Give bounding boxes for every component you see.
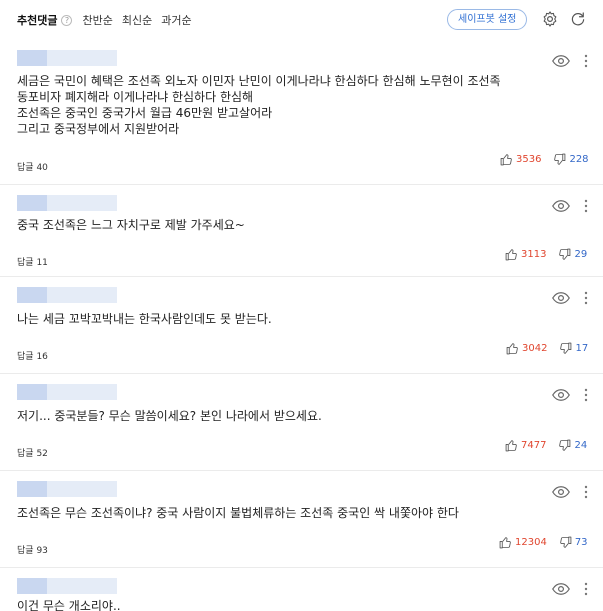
comment-toolbar: 추천댓글 ? 찬반순 최신순 과거순 세이프봇 설정 [0,0,603,40]
dislike-count[interactable]: 73 [575,537,588,548]
reply-button[interactable]: 답글 93 [17,543,48,556]
thumbs-up-icon[interactable] [505,248,518,261]
vote-bar: 3042 17 [506,342,588,355]
thumbs-down-icon[interactable] [558,439,571,452]
gear-icon[interactable] [541,10,559,28]
like-count[interactable]: 3113 [521,249,546,260]
more-vertical-icon[interactable] [584,291,588,305]
eye-icon[interactable] [552,54,570,68]
eye-icon[interactable] [552,199,570,213]
eye-icon[interactable] [552,388,570,402]
vote-bar: 3113 29 [505,248,587,261]
more-vertical-icon[interactable] [584,388,588,402]
vote-bar: 12304 73 [499,536,588,549]
thumbs-down-icon[interactable] [558,248,571,261]
more-vertical-icon[interactable] [584,54,588,68]
author-name-redacted[interactable] [17,195,117,211]
safebot-settings-button[interactable]: 세이프봇 설정 [447,9,528,30]
comment-list: 세금은 국민이 혜택은 조선족 외노자 이민자 난민이 이게나라냐 한심하다 한… [0,40,603,611]
comment-text: 이건 무슨 개소리야.. [17,599,121,611]
thumbs-down-icon[interactable] [559,536,572,549]
comment-item: 조선족은 무슨 조선족이냐? 중국 사람이지 불법체류하는 조선족 중국인 싹 … [0,471,603,568]
comment-item: 나는 세금 꼬박꼬박내는 한국사람인데도 못 받는다. 답글 16 3042 1… [0,277,603,374]
dislike-count[interactable]: 228 [569,154,588,165]
author-name-redacted[interactable] [17,578,117,594]
comment-item: 저기... 중국분들? 무슨 말씀이세요? 본인 나라에서 받으세요. 답글 5… [0,374,603,471]
like-count[interactable]: 7477 [521,440,546,451]
thumbs-down-icon[interactable] [559,342,572,355]
comment-text: 나는 세금 꼬박꼬박내는 한국사람인데도 못 받는다. [17,312,272,326]
reply-button[interactable]: 답글 16 [17,349,48,362]
thumbs-up-icon[interactable] [500,153,513,166]
tab-recommended[interactable]: 추천댓글 [17,12,57,28]
like-count[interactable]: 3536 [516,154,541,165]
eye-icon[interactable] [552,485,570,499]
tab-pro-con[interactable]: 찬반순 [82,12,112,28]
comment-item: 중국 조선족은 느그 자치구로 제발 가주세요~ 답글 11 3113 29 [0,185,603,277]
refresh-icon[interactable] [569,10,587,28]
tab-newest[interactable]: 최신순 [122,12,152,28]
reply-button[interactable]: 답글 40 [17,160,48,173]
dislike-count[interactable]: 29 [574,249,587,260]
like-count[interactable]: 3042 [522,343,547,354]
author-name-redacted[interactable] [17,287,117,303]
reply-button[interactable]: 답글 52 [17,446,48,459]
thumbs-up-icon[interactable] [499,536,512,549]
author-name-redacted[interactable] [17,384,117,400]
vote-bar: 7477 24 [505,439,587,452]
sort-tabs: 추천댓글 ? 찬반순 최신순 과거순 [17,12,201,28]
more-vertical-icon[interactable] [584,199,588,213]
help-icon[interactable]: ? [61,14,73,26]
more-vertical-icon[interactable] [584,485,588,499]
reply-button[interactable]: 답글 11 [17,255,48,268]
eye-icon[interactable] [552,291,570,305]
comment-text: 세금은 국민이 혜택은 조선족 외노자 이민자 난민이 이게나라냐 한심하다 한… [17,74,501,136]
comment-text: 중국 조선족은 느그 자치구로 제발 가주세요~ [17,218,245,232]
vote-bar: 3536 228 [500,153,589,166]
comment-item: 이건 무슨 개소리야.. [0,568,603,611]
comment-item: 세금은 국민이 혜택은 조선족 외노자 이민자 난민이 이게나라냐 한심하다 한… [0,40,603,185]
thumbs-up-icon[interactable] [506,342,519,355]
thumbs-up-icon[interactable] [505,439,518,452]
eye-icon[interactable] [552,582,570,596]
tab-oldest[interactable]: 과거순 [161,12,191,28]
more-vertical-icon[interactable] [584,582,588,596]
comment-text: 저기... 중국분들? 무슨 말씀이세요? 본인 나라에서 받으세요. [17,409,322,423]
dislike-count[interactable]: 24 [574,440,587,451]
author-name-redacted[interactable] [17,481,117,497]
comment-text: 조선족은 무슨 조선족이냐? 중국 사람이지 불법체류하는 조선족 중국인 싹 … [17,506,459,520]
thumbs-down-icon[interactable] [553,153,566,166]
author-name-redacted[interactable] [17,50,117,66]
dislike-count[interactable]: 17 [575,343,588,354]
like-count[interactable]: 12304 [515,537,547,548]
